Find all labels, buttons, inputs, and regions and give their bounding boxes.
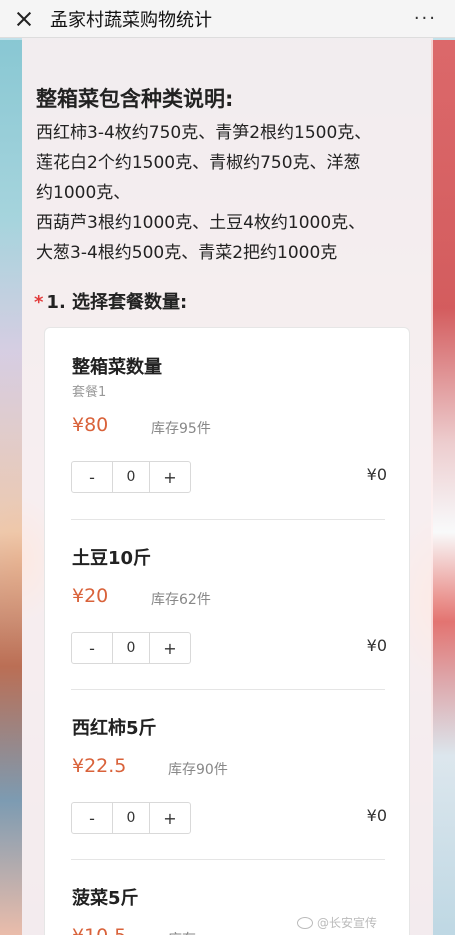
- product-stock: 库存90件: [168, 762, 228, 778]
- quantity-input[interactable]: 0: [112, 633, 150, 663]
- product-stock: 库存62件: [151, 592, 211, 608]
- more-options-icon[interactable]: ···: [414, 8, 437, 29]
- product-price: ¥20: [72, 585, 109, 607]
- item-divider: [71, 519, 385, 520]
- item-subtotal: ¥0: [366, 806, 387, 825]
- banner-partial: [82, 38, 382, 50]
- weibo-icon: [296, 916, 313, 929]
- required-mark: *: [34, 292, 44, 313]
- question-label: * 1. 选择套餐数量:: [34, 288, 187, 314]
- product-stock: 库存: [168, 929, 196, 935]
- top-bar: 孟家村蔬菜购物统计 ···: [0, 0, 455, 38]
- quantity-stepper: - 0 +: [71, 802, 191, 834]
- increment-button[interactable]: +: [150, 633, 190, 663]
- description-body: 西红柿3-4枚约750克、青笋2根约1500克、 莲花白2个约1500克、青椒约…: [36, 118, 426, 268]
- product-name: 西红柿5斤: [72, 718, 157, 739]
- quantity-stepper: - 0 +: [71, 461, 191, 493]
- description-line: 西葫芦3根约1000克、土豆4枚约1000克、: [36, 213, 366, 233]
- description-line: 莲花白2个约1500克、青椒约750克、洋葱: [36, 153, 361, 173]
- background-illustration-left: [0, 40, 22, 935]
- description-line: 约1000克、: [36, 183, 131, 203]
- decrement-button[interactable]: -: [72, 803, 112, 833]
- product-list: 整箱菜数量 套餐1 ¥80 库存95件 - 0 + ¥0 土豆10斤 ¥20 库…: [44, 327, 410, 935]
- item-subtotal: ¥0: [366, 465, 387, 484]
- description-title: 整箱菜包含种类说明:: [36, 87, 234, 111]
- product-name: 土豆10斤: [72, 548, 152, 569]
- product-price: ¥22.5: [72, 755, 127, 777]
- product-name: 整箱菜数量: [72, 357, 162, 378]
- description-line: 西红柿3-4枚约750克、青笋2根约1500克、: [36, 123, 372, 143]
- background-illustration-right: [431, 40, 455, 935]
- weibo-watermark: @长安宣传: [296, 914, 377, 931]
- quantity-stepper: - 0 +: [71, 632, 191, 664]
- quantity-input[interactable]: 0: [112, 462, 150, 492]
- product-package-label: 套餐1: [72, 385, 107, 400]
- product-stock: 库存95件: [151, 421, 211, 437]
- quantity-input[interactable]: 0: [112, 803, 150, 833]
- description-line: 大葱3-4根约500克、青菜2把约1000克: [36, 243, 338, 263]
- product-name: 菠菜5斤: [72, 888, 139, 909]
- increment-button[interactable]: +: [150, 803, 190, 833]
- product-price: ¥80: [72, 414, 109, 436]
- increment-button[interactable]: +: [150, 462, 190, 492]
- item-divider: [71, 859, 385, 860]
- form-panel: 整箱菜包含种类说明: 西红柿3-4枚约750克、青笋2根约1500克、 莲花白2…: [22, 38, 433, 935]
- watermark-text: @长安宣传: [316, 916, 377, 930]
- item-divider: [71, 689, 385, 690]
- decrement-button[interactable]: -: [72, 633, 112, 663]
- question-text: 1. 选择套餐数量:: [46, 292, 188, 313]
- item-subtotal: ¥0: [366, 636, 387, 655]
- decrement-button[interactable]: -: [72, 462, 112, 492]
- close-icon[interactable]: [14, 9, 34, 29]
- product-price: ¥10.5: [72, 925, 126, 935]
- page-title: 孟家村蔬菜购物统计: [50, 9, 212, 31]
